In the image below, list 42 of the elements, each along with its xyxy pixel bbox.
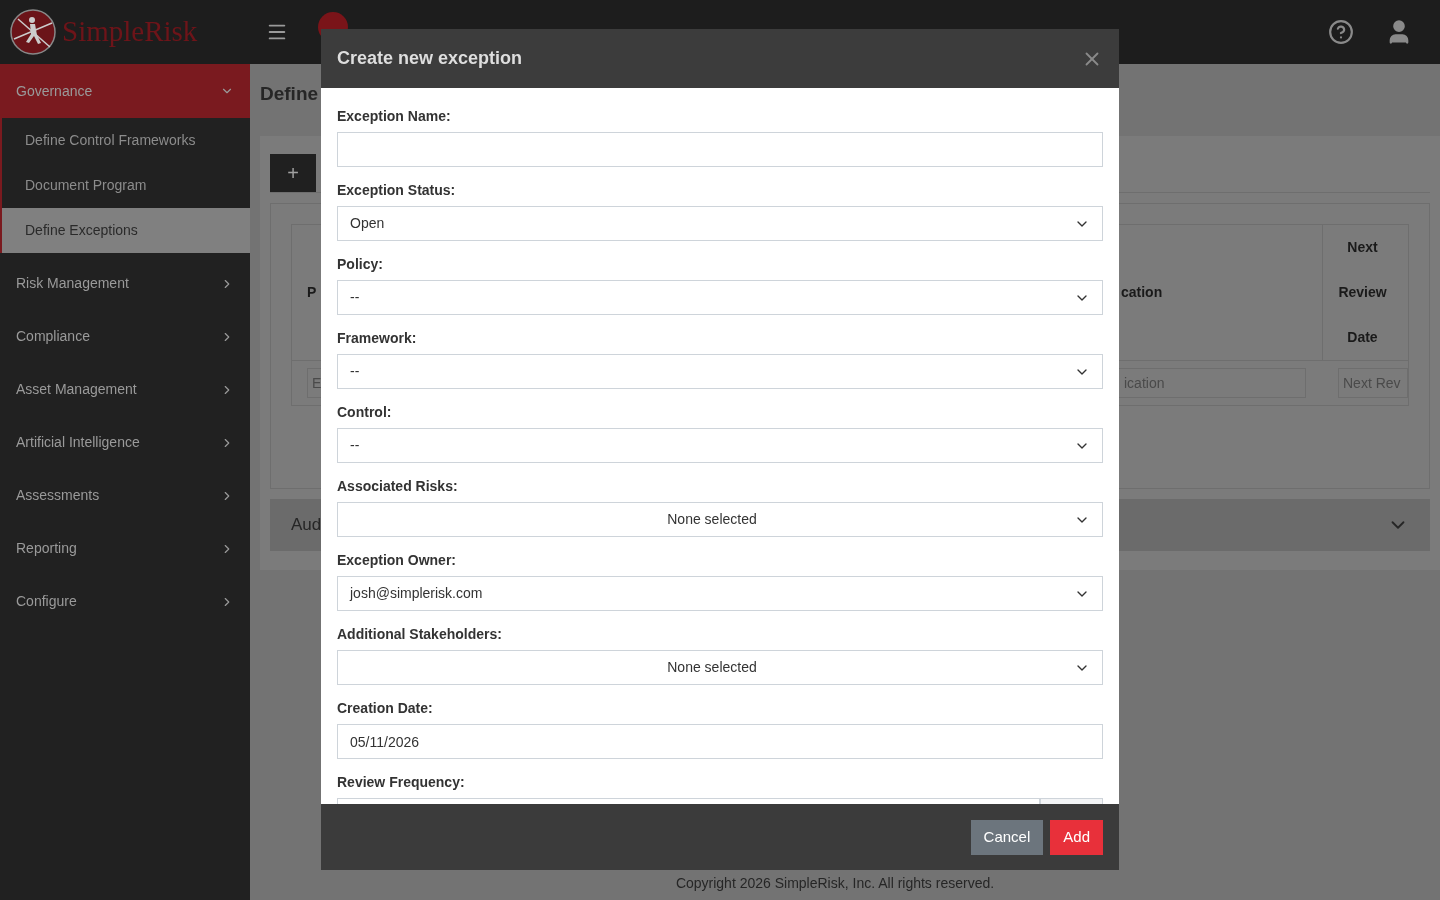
- sidebar-item[interactable]: Configure: [0, 575, 250, 628]
- select-field[interactable]: --: [337, 354, 1103, 389]
- sidebar-item[interactable]: Asset Management: [0, 363, 250, 416]
- field-label: Framework:: [337, 329, 418, 348]
- add-button[interactable]: Add: [1050, 819, 1103, 855]
- select-field[interactable]: Open: [337, 206, 1103, 241]
- field-label: Associated Risks:: [337, 477, 459, 496]
- sidebar-item[interactable]: Reporting: [0, 522, 250, 575]
- field-label: Control:: [337, 403, 393, 422]
- multiselect-field[interactable]: None selected: [337, 650, 1103, 685]
- field-label: Exception Name:: [337, 107, 452, 126]
- modal-title: Create new exception: [337, 47, 523, 70]
- select-field[interactable]: josh@simplerisk.com: [337, 576, 1103, 611]
- cancel-button[interactable]: Cancel: [970, 819, 1044, 855]
- sidebar-item[interactable]: Assessments: [0, 469, 250, 522]
- sidebar-item[interactable]: Governance: [0, 64, 250, 118]
- field-label: Policy:: [337, 255, 384, 274]
- select-field[interactable]: --: [337, 428, 1103, 463]
- sidebar-item[interactable]: Risk Management: [0, 257, 250, 310]
- select-field[interactable]: --: [337, 280, 1103, 315]
- sidebar-subitem[interactable]: Document Program: [2, 163, 250, 208]
- page-title: Define: [260, 81, 319, 106]
- sidebar-subitem[interactable]: Define Exceptions: [2, 208, 250, 253]
- field-label: Additional Stakeholders:: [337, 625, 503, 644]
- sidebar-item[interactable]: Artificial Intelligence: [0, 416, 250, 469]
- column-header: P: [307, 283, 317, 302]
- field-label: Exception Owner:: [337, 551, 458, 570]
- text-field[interactable]: 05/11/2026: [337, 724, 1103, 759]
- add-button[interactable]: +: [270, 154, 316, 192]
- sidebar-subitem[interactable]: Define Control Frameworks: [2, 118, 250, 163]
- column-header: Next Review Date: [1322, 225, 1402, 360]
- column-header: cation: [1121, 283, 1164, 302]
- text-field[interactable]: [337, 132, 1103, 167]
- field-label: Exception Status:: [337, 181, 457, 200]
- sidebar-item[interactable]: Compliance: [0, 310, 250, 363]
- field-label: Review Frequency:: [337, 773, 466, 792]
- multiselect-field[interactable]: None selected: [337, 502, 1103, 537]
- logo-text: SimpleRisk: [62, 14, 198, 50]
- help-icon[interactable]: [1328, 19, 1354, 45]
- field-label: Creation Date:: [337, 699, 434, 718]
- logo-icon: [10, 9, 56, 55]
- copyright-text: Copyright 2026 SimpleRisk, Inc. All rights reserved.: [675, 873, 995, 893]
